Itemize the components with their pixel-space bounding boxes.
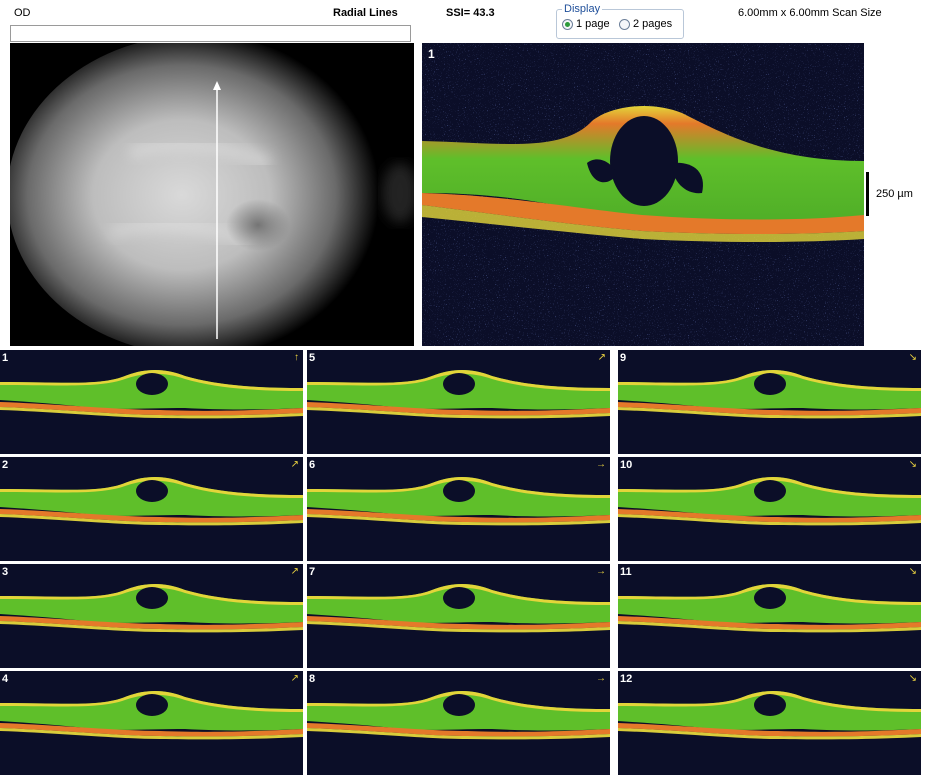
scale-bar bbox=[866, 172, 869, 216]
scan-size-label: 6.00mm x 6.00mm Scan Size bbox=[738, 7, 882, 19]
ssi-value: SSI= 43.3 bbox=[446, 7, 495, 19]
scale-label: 250 µm bbox=[876, 188, 913, 200]
two-pages-label: 2 pages bbox=[633, 18, 673, 30]
main-bscan-image[interactable] bbox=[422, 43, 864, 346]
thumbnail-bscan-svg bbox=[618, 671, 921, 775]
eye-label: OD bbox=[14, 7, 31, 19]
scan-direction-icon: ↘ bbox=[908, 352, 917, 363]
one-page-radio[interactable]: 1 page bbox=[562, 18, 610, 30]
fundus-image[interactable] bbox=[10, 43, 414, 346]
thumbnail-8[interactable]: 8 → bbox=[307, 671, 610, 775]
thumbnail-number: 8 bbox=[309, 673, 316, 685]
thumbnail-2[interactable]: 2 ↗ bbox=[0, 457, 303, 561]
thumbnail-11[interactable]: 11 ↘ bbox=[618, 564, 921, 668]
thumbnail-number: 3 bbox=[2, 566, 9, 578]
thumbnail-number: 12 bbox=[620, 673, 633, 685]
thumbnail-3[interactable]: 3 ↗ bbox=[0, 564, 303, 668]
scan-direction-icon: ↗ bbox=[290, 566, 299, 577]
display-option-group: Display 1 page 2 pages bbox=[556, 3, 684, 39]
scan-type-title: Radial Lines bbox=[333, 7, 398, 19]
two-pages-radio[interactable]: 2 pages bbox=[619, 18, 672, 30]
main-scan-number: 1 bbox=[428, 47, 435, 61]
thumbnail-bscan-svg bbox=[307, 671, 610, 775]
scan-direction-icon: → bbox=[596, 673, 606, 684]
thumbnail-number: 6 bbox=[309, 459, 316, 471]
scan-direction-icon: → bbox=[596, 459, 606, 470]
thumbnail-bscan-svg bbox=[0, 671, 303, 775]
thumbnail-bscan-svg bbox=[307, 564, 610, 668]
thumbnail-7[interactable]: 7 → bbox=[307, 564, 610, 668]
scan-direction-icon: ↘ bbox=[908, 459, 917, 470]
thumbnail-9[interactable]: 9 ↘ bbox=[618, 350, 921, 454]
one-page-label: 1 page bbox=[576, 18, 610, 30]
scan-direction-icon: → bbox=[596, 566, 606, 577]
thumbnail-10[interactable]: 10 ↘ bbox=[618, 457, 921, 561]
thumbnail-number: 4 bbox=[2, 673, 9, 685]
scan-direction-icon: ↘ bbox=[908, 566, 917, 577]
fundus-svg bbox=[10, 43, 414, 346]
thumbnail-number: 2 bbox=[2, 459, 9, 471]
fundus-info-bar bbox=[10, 25, 411, 42]
thumbnail-5[interactable]: 5 ↗ bbox=[307, 350, 610, 454]
scan-direction-icon: ↘ bbox=[908, 673, 917, 684]
scan-direction-icon: ↑ bbox=[294, 352, 299, 363]
radio-unselected-icon bbox=[619, 18, 630, 30]
thumbnail-1[interactable]: 1 ↑ bbox=[0, 350, 303, 454]
thumbnail-bscan-svg bbox=[618, 350, 921, 454]
thumbnail-bscan-svg bbox=[0, 564, 303, 668]
thumbnail-bscan-svg bbox=[0, 457, 303, 561]
thumbnail-bscan-svg bbox=[307, 457, 610, 561]
thumbnail-12[interactable]: 12 ↘ bbox=[618, 671, 921, 775]
scan-direction-icon: ↗ bbox=[597, 352, 606, 363]
thumbnail-number: 1 bbox=[2, 352, 9, 364]
thumbnail-number: 9 bbox=[620, 352, 627, 364]
radio-selected-icon bbox=[562, 18, 573, 30]
display-legend: Display bbox=[562, 3, 603, 15]
thumbnail-number: 11 bbox=[620, 566, 632, 578]
scan-direction-icon: ↗ bbox=[290, 459, 299, 470]
thumbnail-4[interactable]: 4 ↗ bbox=[0, 671, 303, 775]
thumbnail-number: 7 bbox=[309, 566, 316, 578]
thumbnail-bscan-svg bbox=[0, 350, 303, 454]
thumbnail-bscan-svg bbox=[618, 457, 921, 561]
main-bscan-svg bbox=[422, 43, 864, 346]
thumbnail-number: 10 bbox=[620, 459, 633, 471]
thumbnail-6[interactable]: 6 → bbox=[307, 457, 610, 561]
scan-direction-icon: ↗ bbox=[290, 673, 299, 684]
thumbnail-bscan-svg bbox=[618, 564, 921, 668]
thumbnail-number: 5 bbox=[309, 352, 316, 364]
thumbnail-bscan-svg bbox=[307, 350, 610, 454]
